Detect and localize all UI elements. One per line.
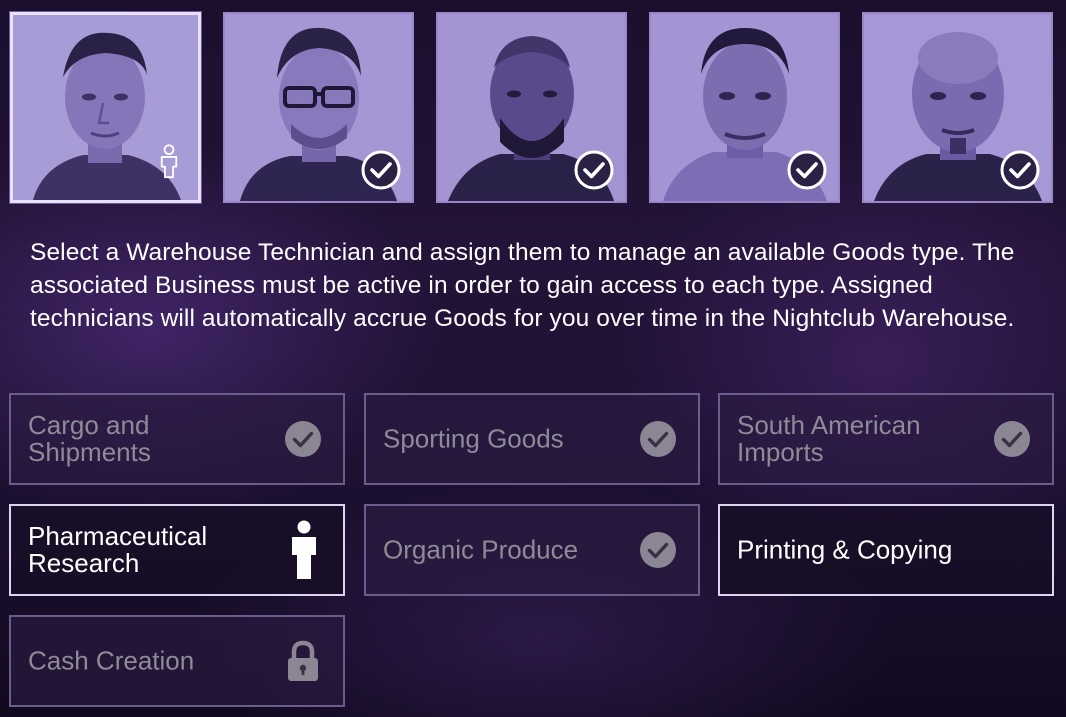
technician-portrait-1[interactable] (10, 12, 201, 203)
goods-label: Cash Creation (28, 645, 195, 676)
check-icon (640, 532, 676, 568)
goods-label: Cargo and Shipments (28, 410, 151, 467)
check-icon (574, 150, 614, 190)
goods-label: Pharmaceutical Research (28, 521, 208, 578)
goods-tile-pharmaceutical-research[interactable]: Pharmaceutical Research (9, 504, 345, 596)
instructions-text: Select a Warehouse Technician and assign… (30, 239, 1015, 332)
check-icon (994, 421, 1030, 457)
technician-portrait-5[interactable] (862, 12, 1053, 203)
goods-tile-sporting-goods[interactable]: Sporting Goods (364, 393, 700, 485)
goods-tile-printing-and-copying[interactable]: Printing & Copying (718, 504, 1054, 596)
check-icon (787, 150, 827, 190)
goods-tile-cash-creation: Cash Creation (9, 615, 345, 707)
check-icon (285, 421, 321, 457)
technician-portrait-4[interactable] (649, 12, 840, 203)
technician-portrait-3[interactable] (436, 12, 627, 203)
technician-portrait-2[interactable] (223, 12, 414, 203)
goods-label: South American Imports (737, 410, 921, 467)
check-icon (640, 421, 676, 457)
goods-tile-south-american-imports[interactable]: South American Imports (718, 393, 1054, 485)
goods-label: Sporting Goods (383, 423, 564, 454)
goods-tile-cargo-and-shipments[interactable]: Cargo and Shipments (9, 393, 345, 485)
goods-label: Organic Produce (383, 534, 579, 565)
lock-icon (288, 640, 318, 681)
check-icon (1000, 150, 1040, 190)
goods-tile-organic-produce[interactable]: Organic Produce (364, 504, 700, 596)
person-icon (292, 520, 316, 579)
check-icon (361, 150, 401, 190)
assigned-person-icon (160, 144, 178, 179)
goods-label: Printing & Copying (737, 534, 953, 565)
